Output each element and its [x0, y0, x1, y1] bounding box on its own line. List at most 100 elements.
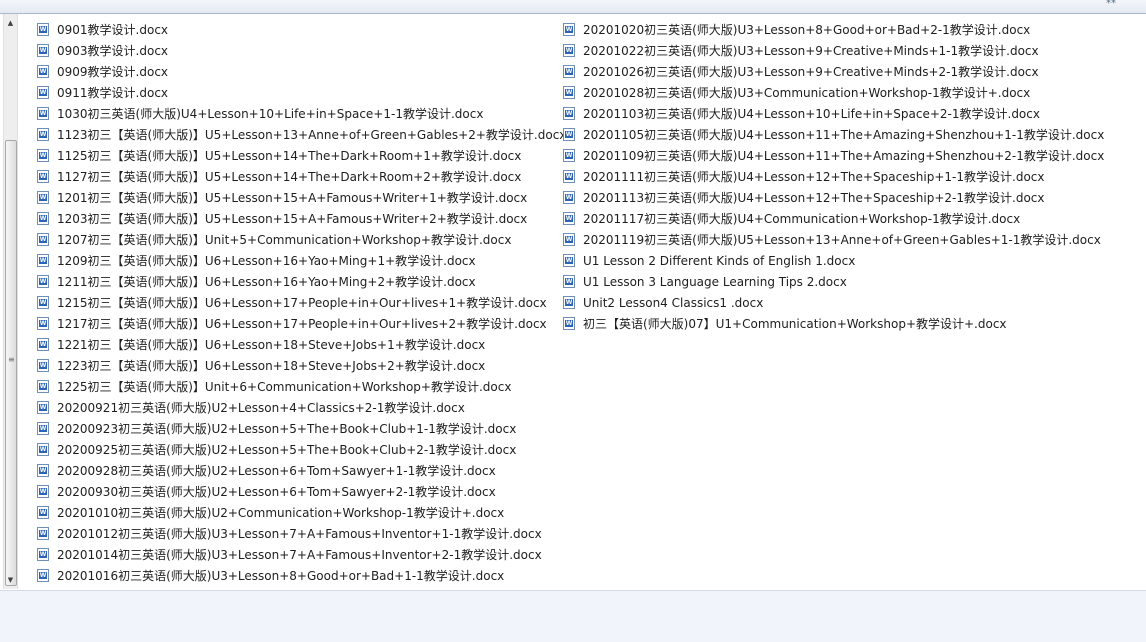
word-document-icon [37, 212, 49, 225]
file-item[interactable]: 20201117初三英语(师大版)U4+Communication+Worksh… [563, 208, 1104, 229]
file-item[interactable]: 20201111初三英语(师大版)U4+Lesson+12+The+Spaces… [563, 166, 1104, 187]
file-item[interactable]: 1209初三【英语(师大版)】U6+Lesson+16+Yao+Ming+1+教… [37, 250, 566, 271]
file-item[interactable]: 20201022初三英语(师大版)U3+Lesson+9+Creative+Mi… [563, 40, 1104, 61]
file-item[interactable]: 0901教学设计.docx [37, 19, 566, 40]
word-document-icon [37, 380, 49, 393]
file-item[interactable]: 20201012初三英语(师大版)U3+Lesson+7+A+Famous+In… [37, 523, 566, 544]
file-column-right: 20201020初三英语(师大版)U3+Lesson+8+Good+or+Bad… [563, 19, 1104, 334]
word-document-icon [37, 359, 49, 372]
file-item[interactable]: 1215初三【英语(师大版)】U6+Lesson+17+People+in+Ou… [37, 292, 566, 313]
word-document-icon [37, 569, 49, 582]
file-item[interactable]: Unit2 Lesson4 Classics1 .docx [563, 292, 1104, 313]
word-document-icon [37, 23, 49, 36]
file-item[interactable]: 20201028初三英语(师大版)U3+Communication+Worksh… [563, 82, 1104, 103]
word-document-icon [37, 107, 49, 120]
system-tray-icon: ⁂ [1106, 0, 1116, 6]
word-document-icon [37, 464, 49, 477]
word-document-icon [563, 107, 575, 120]
file-item[interactable]: 20201010初三英语(师大版)U2+Communication+Worksh… [37, 502, 566, 523]
file-item[interactable]: 20201119初三英语(师大版)U5+Lesson+13+Anne+of+Gr… [563, 229, 1104, 250]
file-name: Unit2 Lesson4 Classics1 .docx [583, 295, 764, 310]
file-item[interactable]: 1207初三【英语(师大版)】Unit+5+Communication+Work… [37, 229, 566, 250]
file-item[interactable]: 1123初三【英语(师大版)】U5+Lesson+13+Anne+of+Gree… [37, 124, 566, 145]
word-document-icon [37, 443, 49, 456]
file-item[interactable]: 1203初三【英语(师大版)】U5+Lesson+15+A+Famous+Wri… [37, 208, 566, 229]
file-item[interactable]: 初三【英语(师大版)07】U1+Communication+Workshop+教… [563, 313, 1104, 334]
scroll-grip-icon: ≡ [8, 355, 15, 364]
file-item[interactable]: 1225初三【英语(师大版)】Unit+6+Communication+Work… [37, 376, 566, 397]
file-item[interactable]: 1201初三【英语(师大版)】U5+Lesson+15+A+Famous+Wri… [37, 187, 566, 208]
word-document-icon [563, 317, 575, 330]
file-name: 20201105初三英语(师大版)U4+Lesson+11+The+Amazin… [583, 128, 1105, 142]
file-item[interactable]: 20201105初三英语(师大版)U4+Lesson+11+The+Amazin… [563, 124, 1104, 145]
file-name: 1223初三【英语(师大版)】U6+Lesson+18+Steve+Jobs+2… [57, 359, 486, 373]
file-item[interactable]: 1211初三【英语(师大版)】U6+Lesson+16+Yao+Ming+2+教… [37, 271, 566, 292]
file-item[interactable]: 0903教学设计.docx [37, 40, 566, 61]
file-item[interactable]: 20201014初三英语(师大版)U3+Lesson+7+A+Famous+In… [37, 544, 566, 565]
word-document-icon [37, 44, 49, 57]
word-document-icon [563, 191, 575, 204]
file-item[interactable]: U1 Lesson 3 Language Learning Tips 2.doc… [563, 271, 1104, 292]
file-name: 20200928初三英语(师大版)U2+Lesson+6+Tom+Sawyer+… [57, 464, 496, 478]
file-name: 初三【英语(师大版)07】U1+Communication+Workshop+教… [583, 317, 1007, 331]
word-document-icon [563, 296, 575, 309]
file-name: 20200930初三英语(师大版)U2+Lesson+6+Tom+Sawyer+… [57, 485, 496, 499]
file-name: 20201113初三英语(师大版)U4+Lesson+12+The+Spaces… [583, 191, 1045, 205]
file-item[interactable]: 20200928初三英语(师大版)U2+Lesson+6+Tom+Sawyer+… [37, 460, 566, 481]
file-name: 20201012初三英语(师大版)U3+Lesson+7+A+Famous+In… [57, 527, 542, 541]
file-item[interactable]: 20200930初三英语(师大版)U2+Lesson+6+Tom+Sawyer+… [37, 481, 566, 502]
file-item[interactable]: 1217初三【英语(师大版)】U6+Lesson+17+People+in+Ou… [37, 313, 566, 334]
file-item[interactable]: 20201020初三英语(师大版)U3+Lesson+8+Good+or+Bad… [563, 19, 1104, 40]
file-name: 1225初三【英语(师大版)】Unit+6+Communication+Work… [57, 380, 512, 394]
file-item[interactable]: 1030初三英语(师大版)U4+Lesson+10+Life+in+Space+… [37, 103, 566, 124]
word-document-icon [563, 149, 575, 162]
vertical-scrollbar[interactable]: ▲ ≡ ▼ [3, 14, 18, 589]
scroll-down-arrow-icon[interactable]: ▼ [4, 573, 17, 587]
window-top-bar: ⁂ [0, 0, 1146, 14]
word-document-icon [563, 233, 575, 246]
word-document-icon [37, 506, 49, 519]
word-document-icon [37, 422, 49, 435]
file-name: 1211初三【英语(师大版)】U6+Lesson+16+Yao+Ming+2+教… [57, 275, 476, 289]
file-item[interactable]: 20201026初三英语(师大版)U3+Lesson+9+Creative+Mi… [563, 61, 1104, 82]
file-name: 1125初三【英语(师大版)】U5+Lesson+14+The+Dark+Roo… [57, 149, 522, 163]
file-item[interactable]: 20201109初三英语(师大版)U4+Lesson+11+The+Amazin… [563, 145, 1104, 166]
word-document-icon [563, 65, 575, 78]
file-name: 20201026初三英语(师大版)U3+Lesson+9+Creative+Mi… [583, 65, 1039, 79]
file-name: 20200921初三英语(师大版)U2+Lesson+4+Classics+2-… [57, 401, 465, 415]
file-name: 20200925初三英语(师大版)U2+Lesson+5+The+Book+Cl… [57, 443, 517, 457]
file-name: 1030初三英语(师大版)U4+Lesson+10+Life+in+Space+… [57, 107, 484, 121]
file-item[interactable]: 20200925初三英语(师大版)U2+Lesson+5+The+Book+Cl… [37, 439, 566, 460]
file-item[interactable]: 0911教学设计.docx [37, 82, 566, 103]
word-document-icon [37, 338, 49, 351]
file-name: 20201109初三英语(师大版)U4+Lesson+11+The+Amazin… [583, 149, 1105, 163]
file-item[interactable]: 20200923初三英语(师大版)U2+Lesson+5+The+Book+Cl… [37, 418, 566, 439]
file-item[interactable]: 20201016初三英语(师大版)U3+Lesson+8+Good+or+Bad… [37, 565, 566, 586]
word-document-icon [37, 65, 49, 78]
file-name: U1 Lesson 3 Language Learning Tips 2.doc… [583, 274, 847, 289]
file-item[interactable]: 1127初三【英语(师大版)】U5+Lesson+14+The+Dark+Roo… [37, 166, 566, 187]
word-document-icon [37, 317, 49, 330]
file-name: 0901教学设计.docx [57, 23, 169, 37]
file-name: 1127初三【英语(师大版)】U5+Lesson+14+The+Dark+Roo… [57, 170, 522, 184]
file-item[interactable]: U1 Lesson 2 Different Kinds of English 1… [563, 250, 1104, 271]
file-name: 20201010初三英语(师大版)U2+Communication+Worksh… [57, 506, 505, 520]
file-name: 1207初三【英语(师大版)】Unit+5+Communication+Work… [57, 233, 512, 247]
scroll-up-arrow-icon[interactable]: ▲ [4, 16, 17, 30]
word-document-icon [37, 527, 49, 540]
file-item[interactable]: 20200921初三英语(师大版)U2+Lesson+4+Classics+2-… [37, 397, 566, 418]
file-item[interactable]: 1125初三【英语(师大版)】U5+Lesson+14+The+Dark+Roo… [37, 145, 566, 166]
word-document-icon [37, 233, 49, 246]
file-item[interactable]: 1223初三【英语(师大版)】U6+Lesson+18+Steve+Jobs+2… [37, 355, 566, 376]
file-item[interactable]: 0909教学设计.docx [37, 61, 566, 82]
file-name: 20201020初三英语(师大版)U3+Lesson+8+Good+or+Bad… [583, 23, 1031, 37]
file-name: 20201119初三英语(师大版)U5+Lesson+13+Anne+of+Gr… [583, 233, 1101, 247]
word-document-icon [563, 44, 575, 57]
file-name: 1215初三【英语(师大版)】U6+Lesson+17+People+in+Ou… [57, 296, 547, 310]
file-item[interactable]: 20201113初三英语(师大版)U4+Lesson+12+The+Spaces… [563, 187, 1104, 208]
file-item[interactable]: 1221初三【英语(师大版)】U6+Lesson+18+Steve+Jobs+1… [37, 334, 566, 355]
word-document-icon [37, 296, 49, 309]
scroll-thumb[interactable]: ≡ [5, 140, 17, 586]
status-bar [0, 590, 1146, 642]
file-item[interactable]: 20201103初三英语(师大版)U4+Lesson+10+Life+in+Sp… [563, 103, 1104, 124]
